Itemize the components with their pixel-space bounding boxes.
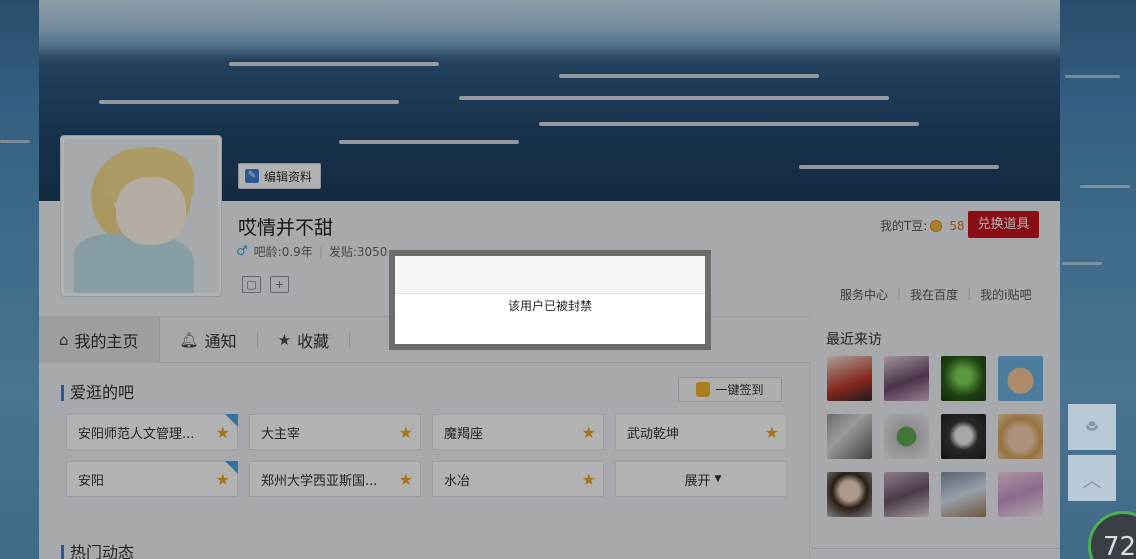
magic-hat-icon: 🎩︎ [1085,413,1099,438]
gauge-value: 72 [1103,532,1136,559]
magic-hat-button[interactable]: 🎩︎ [1068,404,1116,450]
back-to-top-button[interactable]: ︿ [1068,455,1116,501]
ban-dialog-frame: 该用户已被封禁 [389,250,711,350]
ban-dialog: 该用户已被封禁 [395,256,705,344]
dialog-message: 该用户已被封禁 [507,298,592,313]
chevron-up-icon: ︿ [1082,467,1102,492]
